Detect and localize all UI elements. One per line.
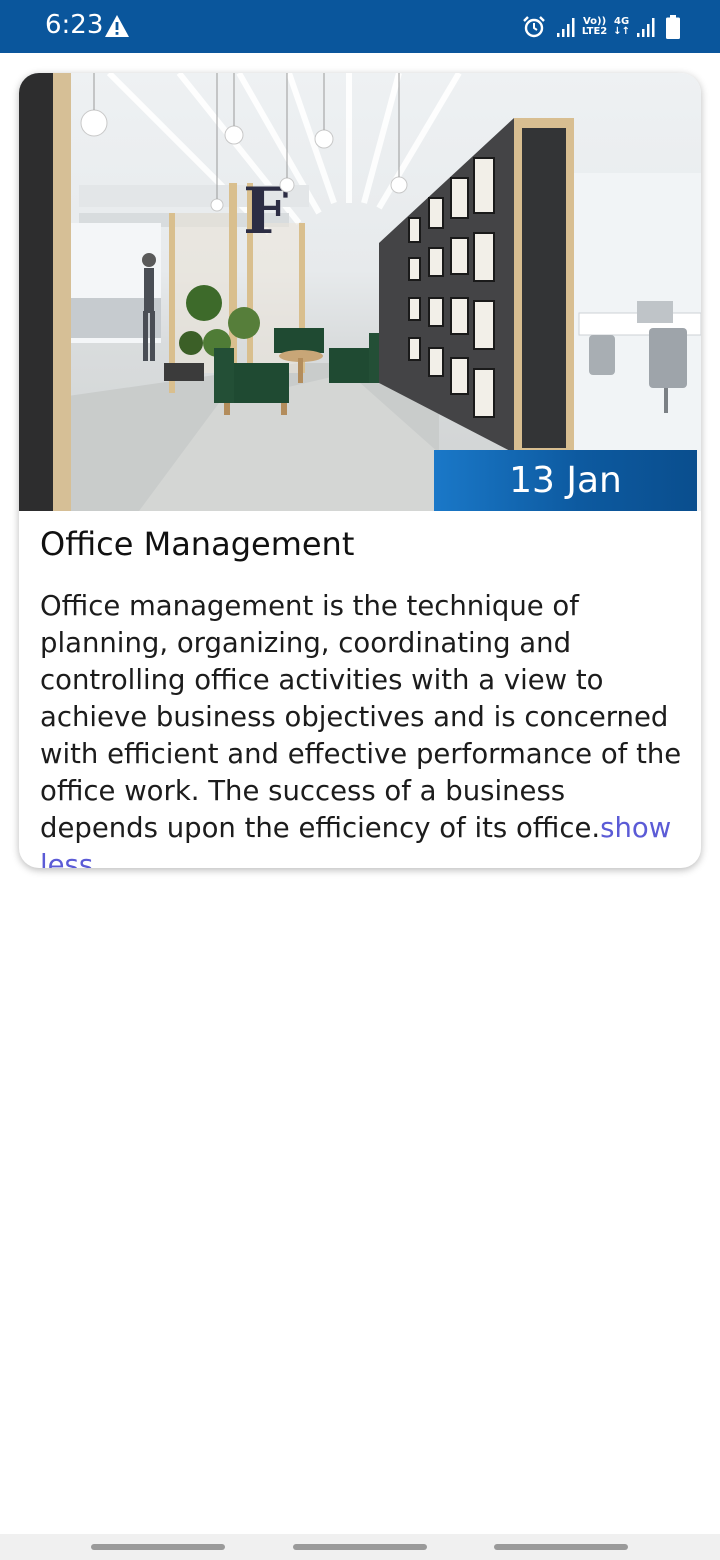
back-button[interactable] <box>494 1544 628 1550</box>
article-description: Office management is the technique of pl… <box>40 590 682 844</box>
date-badge: 13 Jan <box>434 450 697 511</box>
data-label: 4G ↓↑ <box>613 17 630 37</box>
network-lte: LTE2 <box>581 26 608 37</box>
office-photo-illustration: F <box>19 73 701 511</box>
network-label: Vo)) LTE2 <box>582 17 607 37</box>
status-bar: 6:23 Vo)) LTE2 4G ↓↑ <box>0 0 720 53</box>
status-time: 6:23 <box>45 10 104 40</box>
signal-icon <box>637 18 655 37</box>
data-arrows-icon: ↓↑ <box>613 26 630 37</box>
warning-icon <box>105 15 129 37</box>
status-icons: Vo)) LTE2 4G ↓↑ <box>522 11 680 43</box>
article-title: Office Management <box>40 525 355 563</box>
navigation-bar <box>0 1534 720 1560</box>
home-button[interactable] <box>293 1544 427 1550</box>
article-body: Office management is the technique of pl… <box>40 588 686 868</box>
signal-icon <box>556 18 575 37</box>
battery-icon <box>666 15 680 39</box>
article-image: F <box>19 73 701 511</box>
recent-apps-button[interactable] <box>91 1544 225 1550</box>
alarm-icon <box>523 16 545 38</box>
article-card[interactable]: F 13 Jan Office Management Office manage… <box>19 73 701 868</box>
